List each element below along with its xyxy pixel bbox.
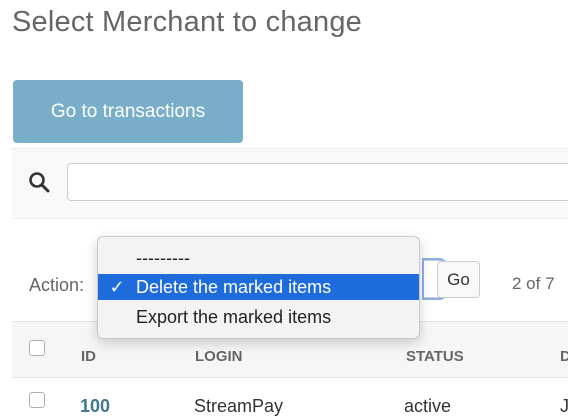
search-icon[interactable] (28, 171, 50, 193)
select-all-checkbox[interactable] (29, 340, 45, 356)
search-input[interactable] (67, 163, 568, 201)
go-button[interactable]: Go (437, 261, 480, 298)
go-to-transactions-button[interactable]: Go to transactions (13, 80, 243, 143)
action-label: Action: (29, 275, 85, 295)
action-dropdown-menu: --------- ✓ Delete the marked items Expo… (97, 236, 420, 339)
selection-counter: 2 of 7 (512, 274, 555, 293)
dropdown-option-label: Delete the marked items (136, 276, 332, 297)
checkmark-icon: ✓ (109, 276, 125, 297)
row-checkbox[interactable] (29, 392, 45, 408)
column-header-id[interactable]: ID (81, 348, 96, 365)
dropdown-option-delete[interactable]: ✓ Delete the marked items (98, 274, 419, 300)
search-bar (12, 148, 568, 219)
column-header-status[interactable]: STATUS (406, 348, 464, 365)
page-title: Select Merchant to change (12, 6, 362, 38)
column-header-d[interactable]: D (560, 348, 568, 365)
dropdown-option-export[interactable]: Export the marked items (98, 304, 419, 330)
dropdown-option-separator[interactable]: --------- (98, 245, 419, 271)
column-header-login[interactable]: LOGIN (195, 348, 243, 365)
table-row: 100 StreamPay active J (12, 376, 568, 416)
